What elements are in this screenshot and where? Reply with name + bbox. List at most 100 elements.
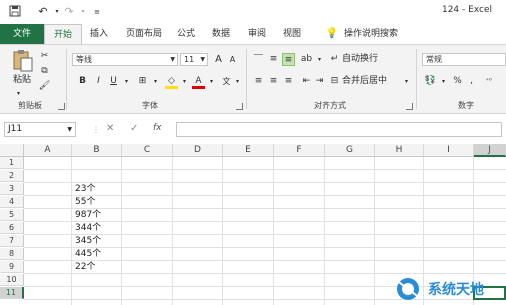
bold-button[interactable]: B	[76, 75, 89, 88]
cell-b8[interactable]: 445个	[75, 248, 101, 260]
font-color-dropdown-icon[interactable]: ▾	[205, 75, 218, 88]
grow-font-button[interactable]: A	[212, 53, 225, 66]
insert-function-icon[interactable]: fx	[153, 123, 162, 133]
row-header-2[interactable]: 2	[0, 170, 24, 182]
tab-file[interactable]: 文件	[0, 24, 44, 44]
align-left-icon[interactable]: ≡	[252, 75, 265, 88]
paste-dropdown-icon[interactable]: ▾	[17, 87, 20, 100]
row-header-8[interactable]: 8	[0, 248, 24, 260]
wrap-text-icon[interactable]: ↵	[328, 53, 341, 66]
app-name: Excel	[468, 5, 492, 15]
accounting-format-icon[interactable]: 💱	[424, 75, 437, 88]
row-header-11[interactable]: 11	[0, 287, 24, 299]
clipboard-launcher-icon[interactable]	[58, 103, 65, 110]
underline-dropdown-icon[interactable]: ▾	[120, 75, 133, 88]
grid-line	[24, 260, 506, 261]
row-header-7[interactable]: 7	[0, 235, 24, 247]
column-header-a[interactable]: A	[24, 144, 72, 157]
orientation-icon[interactable]: ab	[300, 53, 313, 66]
column-header-d[interactable]: D	[173, 144, 223, 157]
grid-line	[222, 157, 223, 305]
paste-button[interactable]: 粘贴	[13, 74, 31, 87]
decrease-indent-icon[interactable]: ⇤	[300, 75, 313, 88]
tab-formulas[interactable]: 公式	[177, 24, 195, 44]
tab-view[interactable]: 视图	[283, 24, 301, 44]
increase-decimal-icon[interactable]: ⁺⁰	[482, 75, 495, 88]
merge-center-button[interactable]: 合并后居中	[342, 75, 387, 88]
column-header-g[interactable]: G	[325, 144, 375, 157]
align-center-icon[interactable]: ≡	[267, 75, 280, 88]
fill-color-dropdown-icon[interactable]: ▾	[178, 75, 191, 88]
column-header-f[interactable]: F	[274, 144, 325, 157]
cut-icon[interactable]: ✂	[38, 50, 51, 63]
cell-b6[interactable]: 344个	[75, 222, 101, 234]
column-header-h[interactable]: H	[375, 144, 424, 157]
cell-b5[interactable]: 987个	[75, 209, 101, 221]
tell-me-search[interactable]: 操作说明搜索	[344, 24, 398, 44]
formula-input[interactable]	[176, 122, 502, 137]
orientation-dropdown-icon[interactable]: ▾	[313, 53, 326, 66]
column-header-b[interactable]: B	[72, 144, 122, 157]
fill-color-icon[interactable]: ◇	[165, 75, 178, 89]
percent-button[interactable]: %	[451, 75, 464, 88]
row-header-1[interactable]: 1	[0, 157, 24, 169]
row-header-10[interactable]: 10	[0, 274, 24, 286]
tab-data[interactable]: 数据	[212, 24, 230, 44]
font-launcher-icon[interactable]	[236, 103, 243, 110]
tab-insert[interactable]: 插入	[90, 24, 108, 44]
redo-dropdown-icon[interactable]: ▾	[76, 5, 90, 19]
wrap-text-button[interactable]: 自动换行	[342, 53, 378, 66]
font-color-icon[interactable]: A	[192, 75, 205, 89]
enter-icon[interactable]: ✓	[130, 123, 138, 134]
column-header-e[interactable]: E	[223, 144, 274, 157]
accounting-dropdown-icon[interactable]: ▾	[437, 75, 450, 88]
chevron-down-icon: ▼	[170, 56, 175, 63]
increase-indent-icon[interactable]: ⇥	[313, 75, 326, 88]
row-header-9[interactable]: 9	[0, 261, 24, 273]
tab-page-layout[interactable]: 页面布局	[126, 24, 162, 44]
cell-b9[interactable]: 22个	[75, 261, 95, 273]
alignment-launcher-icon[interactable]	[406, 103, 413, 110]
customize-icon[interactable]: ≡	[90, 5, 104, 19]
top-align-icon[interactable]: ⎺	[252, 53, 265, 66]
name-box[interactable]: J11 ▼	[4, 122, 76, 137]
row-header-5[interactable]: 5	[0, 209, 24, 221]
borders-dropdown-icon[interactable]: ▾	[149, 75, 162, 88]
row-header-3[interactable]: 3	[0, 183, 24, 195]
cell-b3[interactable]: 23个	[75, 183, 95, 195]
column-header-j[interactable]: J	[474, 144, 506, 157]
font-name-select[interactable]: 等线 ▼	[72, 53, 178, 66]
tab-home[interactable]: 开始	[44, 24, 82, 44]
column-header-i[interactable]: I	[424, 144, 474, 157]
font-size-select[interactable]: 11 ▼	[180, 53, 208, 66]
select-all-corner[interactable]	[0, 144, 24, 157]
redo-icon[interactable]: ↷	[62, 5, 76, 19]
copy-icon[interactable]: ⧉	[38, 65, 51, 78]
grid-line	[24, 195, 506, 196]
merge-center-icon[interactable]: ⊟	[328, 75, 341, 88]
watermark-text: 系统天地	[428, 282, 484, 298]
merge-dropdown-icon[interactable]: ▾	[400, 75, 413, 88]
cell-b4[interactable]: 55个	[75, 196, 95, 208]
shrink-font-button[interactable]: A	[226, 53, 239, 66]
underline-button[interactable]: U	[107, 75, 120, 88]
watermark-logo-icon	[395, 278, 421, 300]
tab-review[interactable]: 审阅	[248, 24, 266, 44]
undo-icon[interactable]: ↶	[36, 5, 50, 19]
paste-icon[interactable]	[12, 49, 34, 73]
align-right-icon[interactable]: ≡	[282, 75, 295, 88]
row-header-6[interactable]: 6	[0, 222, 24, 234]
bottom-align-icon[interactable]: ≡	[282, 53, 295, 66]
save-icon[interactable]	[8, 5, 22, 19]
cell-b7[interactable]: 345个	[75, 235, 101, 247]
phonetic-dropdown-icon[interactable]: ▾	[231, 75, 244, 88]
borders-icon[interactable]: ⊞	[136, 75, 149, 88]
row-header-4[interactable]: 4	[0, 196, 24, 208]
column-header-c[interactable]: C	[122, 144, 173, 157]
cancel-icon[interactable]: ✕	[106, 123, 114, 134]
format-painter-icon[interactable]: 🖌	[38, 80, 51, 93]
number-format-select[interactable]: 常规	[422, 53, 506, 66]
comma-button[interactable]: ,	[465, 75, 478, 88]
middle-align-icon[interactable]: ≡	[267, 53, 280, 66]
italic-button[interactable]: I	[92, 75, 105, 88]
